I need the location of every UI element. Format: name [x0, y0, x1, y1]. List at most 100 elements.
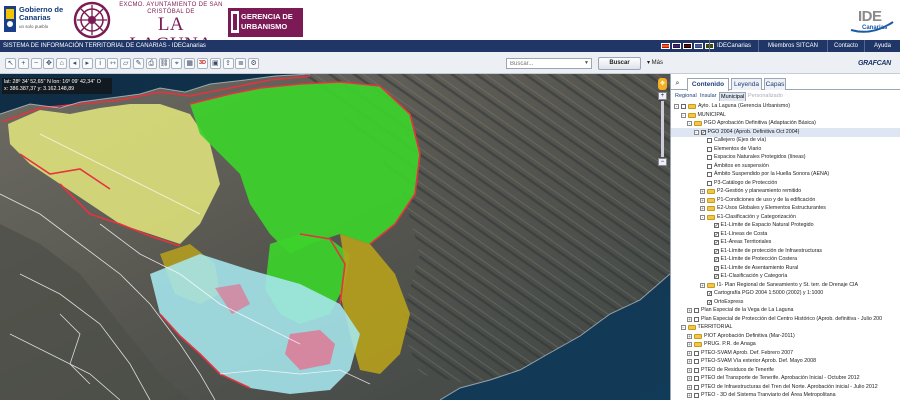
layer-checkbox[interactable] — [707, 172, 712, 177]
coordinate-readout: lat: 28º 34' 52,65'' N lon: 16º 09' 42,3… — [2, 78, 112, 94]
layer-checkbox[interactable] — [694, 350, 699, 356]
expand-icon[interactable]: + — [687, 342, 692, 347]
nav-link-ayuda[interactable]: Ayuda — [864, 40, 900, 52]
layer-checkbox[interactable] — [713, 274, 719, 279]
collapse-icon[interactable]: - — [693, 129, 699, 135]
zoom-out-button[interactable]: − — [30, 58, 42, 69]
layer-checkbox[interactable] — [707, 180, 712, 186]
more-button[interactable]: ▾ Más — [644, 57, 666, 70]
export-button[interactable]: ⇪ — [222, 58, 234, 69]
layer-checkbox[interactable] — [707, 138, 712, 143]
measure-area-button[interactable]: ▱ — [120, 58, 132, 69]
layer-checkbox[interactable] — [694, 316, 699, 322]
expand-icon[interactable]: + — [687, 359, 692, 364]
expand-icon[interactable]: + — [700, 206, 705, 211]
expand-icon[interactable]: + — [687, 350, 692, 356]
zoom-out-button[interactable]: − — [658, 158, 667, 166]
zoom-in-button[interactable]: + — [17, 58, 29, 69]
print-button[interactable]: ⎙ — [145, 58, 157, 69]
collapse-icon[interactable]: - — [687, 121, 692, 126]
expand-icon[interactable]: + — [700, 282, 705, 288]
layer-checkbox[interactable] — [713, 231, 719, 237]
flag-french-icon[interactable] — [694, 43, 703, 49]
layer-checkbox[interactable] — [713, 257, 719, 262]
expand-icon[interactable]: + — [687, 367, 692, 373]
nav-link-idecanarias[interactable]: IDECanarias — [709, 40, 758, 52]
panel-search-icon[interactable]: ⌕ — [673, 79, 682, 88]
tab-contenido[interactable]: Contenido — [687, 78, 729, 91]
previous-view-button[interactable]: ◂ — [69, 58, 80, 69]
subtab-regional[interactable]: Regional — [674, 92, 698, 101]
collapse-icon[interactable]: - — [680, 112, 686, 118]
search-input[interactable] — [506, 58, 592, 69]
ide-sub-text: Canarias — [862, 25, 888, 31]
search-dropdown-icon[interactable]: ▼ — [584, 60, 589, 66]
layer-checkbox[interactable] — [694, 393, 699, 398]
ide-canarias-logo[interactable]: IDE Canarias — [848, 6, 896, 36]
snapshot-icon: ▣ — [211, 60, 219, 67]
expand-icon[interactable]: + — [687, 376, 692, 381]
link-button[interactable]: ⛓ — [158, 58, 170, 69]
expand-icon[interactable]: + — [687, 384, 692, 390]
arrow-button[interactable]: ↖ — [5, 58, 16, 69]
subtab-insular[interactable]: Insular — [699, 92, 718, 101]
layer-checkbox[interactable] — [713, 223, 719, 228]
layer-checkbox[interactable] — [700, 129, 706, 135]
map-canvas[interactable] — [0, 74, 670, 400]
nav-link-miembros-sitcan[interactable]: Miembros SITCAN — [758, 40, 827, 52]
draw-button[interactable]: ✎ — [133, 58, 144, 69]
layer-checkbox[interactable] — [707, 299, 712, 305]
zoom-slider[interactable] — [661, 101, 664, 157]
pan-button[interactable]: ✥ — [43, 58, 55, 69]
layer-checkbox[interactable] — [713, 240, 719, 245]
tab-capas[interactable]: Capas — [764, 78, 786, 90]
layer-checkbox[interactable] — [681, 104, 686, 109]
layer-checkbox[interactable] — [707, 146, 712, 152]
tab-leyenda[interactable]: Leyenda — [731, 78, 762, 90]
info-button[interactable]: i — [94, 58, 106, 69]
layer-checkbox[interactable] — [713, 248, 719, 254]
gobierno-de-canarias-logo[interactable]: Gobierno de Canarias un solo pueblo — [4, 4, 66, 36]
collapse-icon[interactable]: - — [680, 325, 686, 330]
search-button[interactable]: Buscar — [598, 57, 641, 70]
subtab-municipal[interactable]: Municipal — [719, 92, 747, 101]
flag-german-icon[interactable] — [683, 43, 692, 49]
measure-distance-button[interactable]: ⇿ — [107, 58, 119, 69]
layer-checkbox[interactable] — [707, 291, 712, 296]
gerencia-urbanismo-logo[interactable]: GERENCIA DE URBANISMO — [228, 8, 303, 37]
content-panel: ⌕ Contenido Leyenda Capas Regional Insul… — [670, 74, 900, 400]
layer-checkbox[interactable] — [694, 384, 699, 390]
layers-button[interactable]: ≣ — [235, 58, 247, 69]
layer-checkbox[interactable] — [694, 376, 699, 381]
3d-button[interactable]: 3D — [197, 58, 208, 69]
snapshot-button[interactable]: ▣ — [209, 58, 221, 69]
layer-checkbox[interactable] — [707, 155, 712, 160]
next-view-button[interactable]: ▸ — [81, 58, 93, 69]
nav-link-contacto[interactable]: Contacto — [827, 40, 864, 52]
zoom-in-button[interactable]: + — [658, 92, 667, 100]
pan-compass-icon[interactable]: ✥ — [658, 78, 667, 90]
layer-checkbox[interactable] — [694, 367, 699, 373]
expand-icon[interactable]: + — [687, 308, 692, 313]
layer-checkbox[interactable] — [694, 308, 699, 313]
grid-button[interactable]: ▦ — [184, 58, 196, 69]
expand-icon[interactable]: + — [687, 333, 692, 339]
coordinates-button[interactable]: ⌖ — [171, 58, 183, 69]
tree-item[interactable]: + PTEO - 3D del Sistema Tranviario del Ár… — [671, 391, 900, 400]
expand-icon[interactable]: + — [687, 393, 692, 398]
layer-checkbox[interactable] — [707, 163, 712, 169]
expand-icon[interactable]: + — [700, 189, 705, 194]
flag-spanish-icon[interactable] — [661, 43, 670, 49]
layer-checkbox[interactable] — [713, 265, 719, 271]
measure-distance-icon: ⇿ — [109, 60, 116, 67]
expand-icon[interactable]: + — [687, 316, 692, 322]
map-view[interactable]: lat: 28º 34' 52,65'' N lon: 16º 09' 42,3… — [0, 74, 670, 400]
collapse-icon[interactable]: - — [674, 104, 679, 109]
zoom-full-button[interactable]: ⌂ — [56, 58, 68, 69]
layers-icon: ≣ — [237, 60, 244, 67]
settings-button[interactable]: ⚙ — [248, 58, 260, 69]
flag-english-icon[interactable] — [672, 43, 681, 49]
expand-icon[interactable]: + — [700, 197, 705, 203]
layer-checkbox[interactable] — [694, 359, 699, 364]
collapse-icon[interactable]: - — [700, 214, 705, 220]
